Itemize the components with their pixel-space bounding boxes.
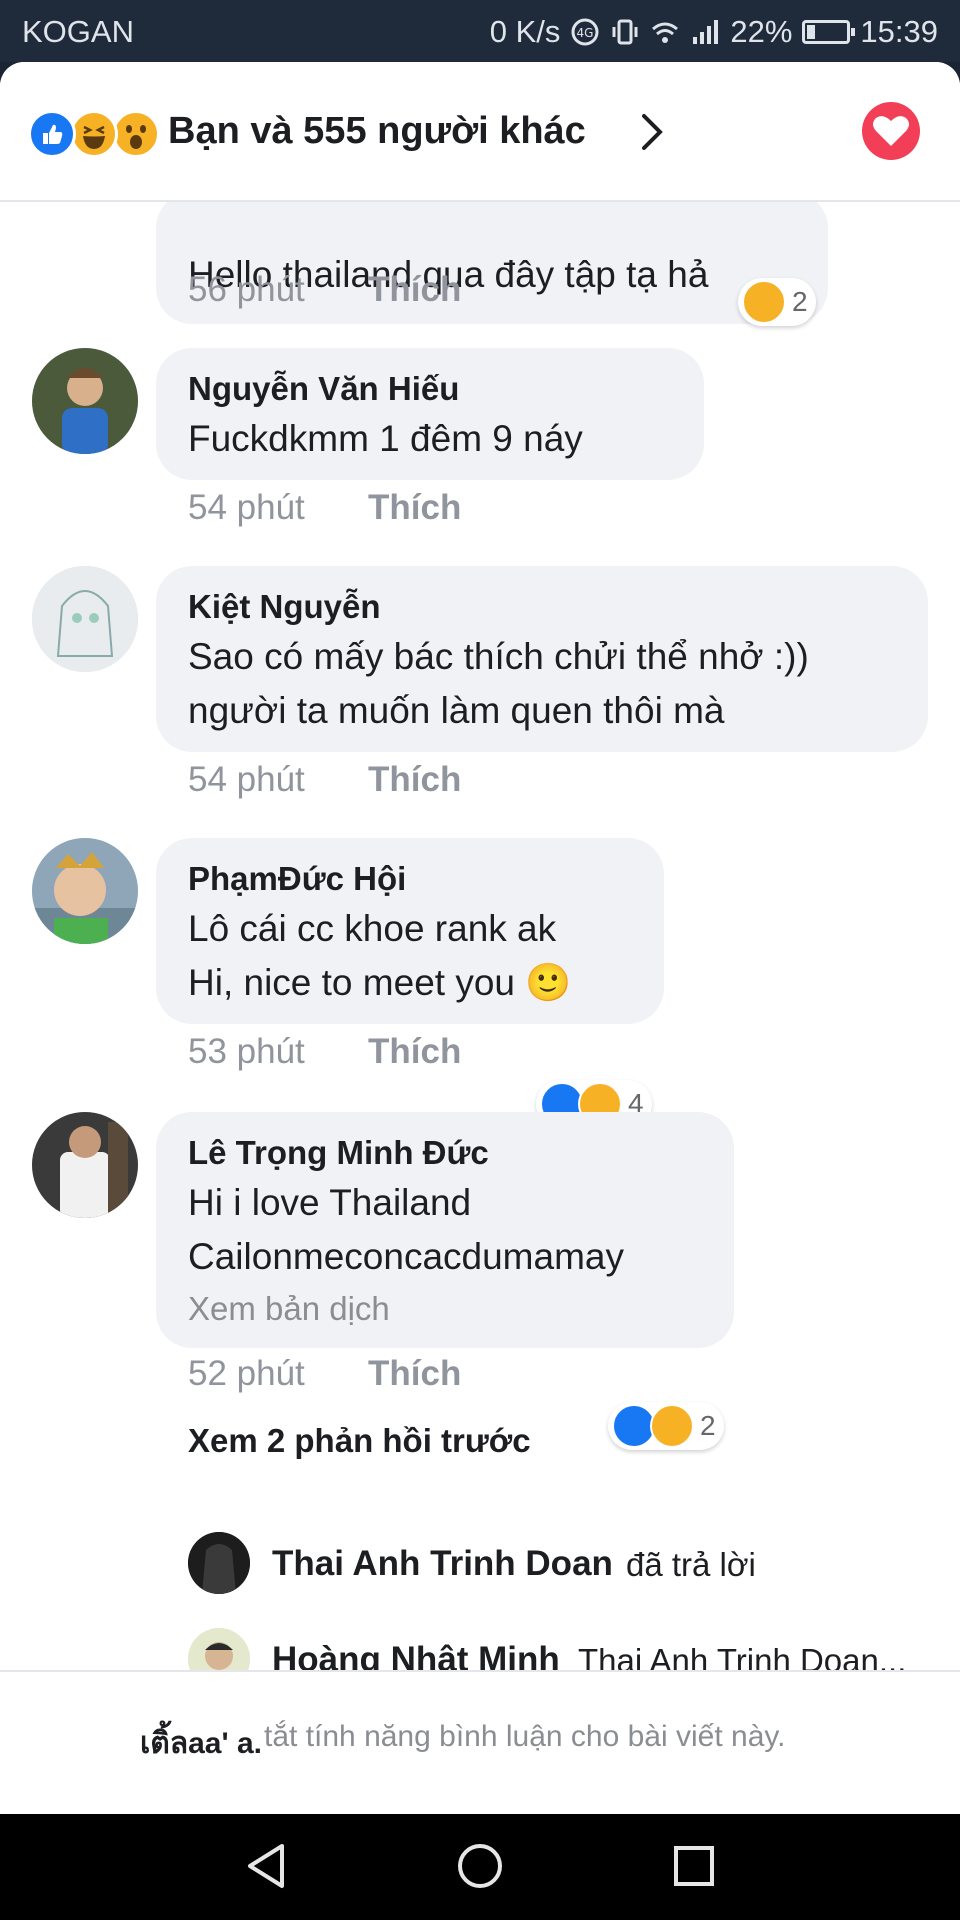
avatar[interactable]: [32, 1112, 138, 1218]
comments-list: Hello thailand qua đây tập tạ hả 56 phút…: [0, 62, 960, 1690]
comment-text: người ta muốn làm quen thôi mà: [188, 690, 725, 731]
network-speed: 0 K/s: [489, 14, 561, 49]
status-bar: KOGAN 0 K/s 4G 22% 15:39: [0, 0, 960, 62]
comment-time: 54 phút: [188, 488, 305, 527]
comment-text: Hi i love Thailand: [188, 1182, 472, 1223]
comment-bubble[interactable]: Nguyễn Văn Hiếu Fuckdkmm 1 đêm 9 náy: [156, 348, 704, 480]
comment-bubble[interactable]: PhạmĐức Hội Lô cái cc khoe rank ak Hi, n…: [156, 838, 664, 1024]
avatar[interactable]: [32, 838, 138, 944]
notice-text: tắt tính năng bình luận cho bài viết này…: [264, 1720, 786, 1753]
svg-text:4G: 4G: [577, 26, 594, 40]
home-icon[interactable]: [450, 1836, 510, 1896]
see-translation-link[interactable]: Xem bản dịch: [188, 1284, 702, 1334]
comment-bubble[interactable]: Lê Trọng Minh Đức Hi i love Thailand Cai…: [156, 1112, 734, 1348]
haha-icon: [650, 1404, 694, 1448]
notice-author: เติ้ลaa' a.: [140, 1727, 262, 1760]
like-icon: [28, 110, 76, 158]
signal-icon: [693, 20, 719, 44]
commenter-name[interactable]: Kiệt Nguyễn: [188, 584, 896, 630]
reply-author[interactable]: Thai Anh Trinh Doan: [272, 1544, 613, 1584]
comment-meta: 52 phút Thích: [188, 1354, 461, 1394]
battery-level: [807, 25, 816, 39]
haha-icon: [742, 280, 786, 324]
heart-icon[interactable]: [862, 102, 920, 160]
comments-disabled-notice: เติ้ลaa' a. tắt tính năng bình luận cho …: [0, 1670, 960, 1814]
comment-meta: 54 phút Thích: [188, 760, 461, 800]
reply-text: đã trả lời: [626, 1546, 756, 1583]
comment-time: 53 phút: [188, 1032, 305, 1071]
comment-time: 54 phút: [188, 760, 305, 799]
like-button[interactable]: Thích: [368, 270, 461, 310]
view-previous-replies-link[interactable]: Xem 2 phản hồi trước: [188, 1422, 531, 1460]
comment-meta: 54 phút Thích: [188, 488, 461, 528]
system-nav-bar: [0, 1814, 960, 1920]
comment-text: Fuckdkmm 1 đêm 9 náy: [188, 418, 583, 459]
like-button[interactable]: Thích: [368, 760, 461, 800]
reaction-count: 2: [700, 1410, 716, 1441]
battery-icon: [802, 20, 856, 44]
recents-icon[interactable]: [664, 1836, 724, 1896]
comment-text: Sao có mấy bác thích chửi thể nhở :)): [188, 636, 809, 677]
comment-text: Lô cái cc khoe rank ak: [188, 908, 557, 949]
comment-text: Cailonmeconcacdumamay: [188, 1236, 624, 1277]
clock: 15:39: [860, 14, 938, 49]
reactions-summary-title[interactable]: Bạn và 555 người khác: [168, 110, 586, 153]
like-button[interactable]: Thích: [368, 1354, 461, 1394]
avatar[interactable]: [32, 566, 138, 672]
like-button[interactable]: Thích: [368, 488, 461, 528]
comment-time: 52 phút: [188, 1354, 305, 1393]
commenter-name[interactable]: PhạmĐức Hội: [188, 856, 632, 902]
back-icon[interactable]: [236, 1836, 296, 1896]
reaction-count: 2: [792, 286, 808, 317]
wifi-icon: [652, 22, 679, 43]
status-icons: 0 K/s 4G 22% 15:39: [490, 14, 938, 50]
reactions-header[interactable]: Bạn và 555 người khác: [0, 62, 960, 202]
comment-meta: 53 phút Thích: [188, 1032, 461, 1072]
wow-icon: [112, 110, 160, 158]
comment-bubble[interactable]: Kiệt Nguyễn Sao có mấy bác thích chửi th…: [156, 566, 928, 752]
vibrate-icon: [612, 19, 638, 45]
like-button[interactable]: Thích: [368, 1032, 461, 1072]
comment-text: Hi, nice to meet you 🙂: [188, 962, 572, 1003]
battery-percent: 22%: [730, 14, 793, 49]
comment-meta: 56 phút Thích: [188, 270, 461, 310]
lte-icon: 4G: [571, 18, 599, 46]
commenter-name[interactable]: Lê Trọng Minh Đức: [188, 1130, 702, 1176]
commenter-name[interactable]: Nguyễn Văn Hiếu: [188, 366, 672, 412]
haha-icon: [70, 110, 118, 158]
reaction-summary[interactable]: 2: [738, 278, 816, 326]
reaction-summary[interactable]: 2: [608, 1402, 724, 1450]
comments-sheet: Hello thailand qua đây tập tạ hả 56 phút…: [0, 62, 960, 1814]
reply-avatar[interactable]: [188, 1532, 250, 1594]
comment-time: 56 phút: [188, 270, 305, 309]
avatar[interactable]: [32, 348, 138, 454]
carrier-label: KOGAN: [22, 14, 134, 49]
chevron-right-icon[interactable]: [632, 112, 672, 152]
